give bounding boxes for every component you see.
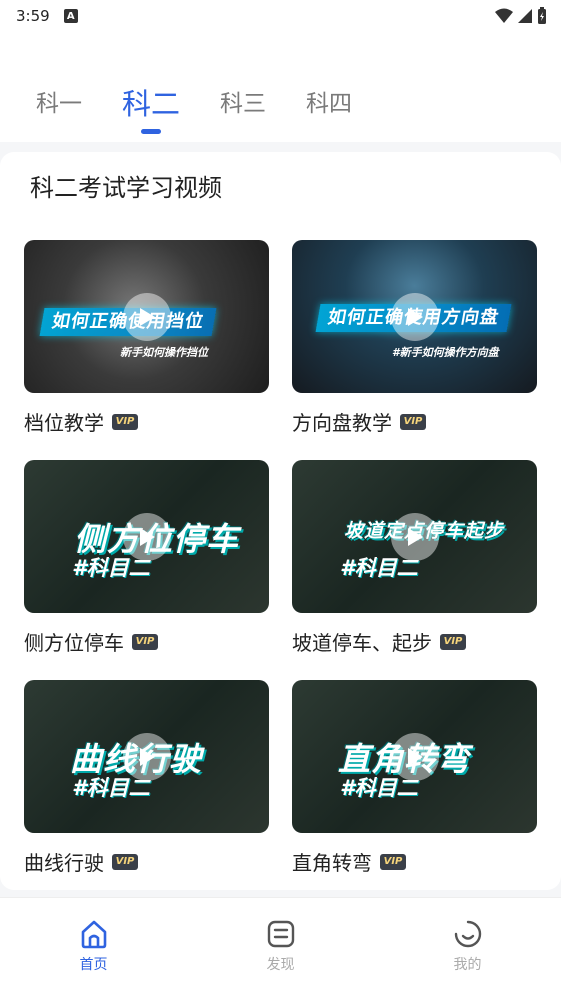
tab-ke-san[interactable]: 科三 (220, 84, 266, 124)
video-title: 直角转弯 (292, 851, 372, 875)
wifi-icon (495, 8, 513, 23)
thumbnail-subtitle: 新手如何操作挡位 (120, 346, 208, 359)
tab-label: 科三 (220, 91, 267, 117)
profile-icon (454, 920, 481, 948)
tab-label: 科二 (122, 87, 181, 121)
video-title: 方向盘教学 (292, 411, 392, 435)
play-icon[interactable] (122, 512, 171, 561)
tab-ke-si[interactable]: 科四 (306, 84, 352, 124)
video-title: 曲线行驶 (24, 851, 104, 875)
vip-badge: VIP (400, 413, 426, 430)
nav-label: 首页 (79, 957, 108, 973)
nav-profile[interactable]: 我的 (418, 918, 518, 999)
video-title: 档位教学 (24, 411, 104, 435)
video-card[interactable]: 如何正确使用方向盘 #新手如何操作方向盘 方向盘教学 VIP (292, 240, 537, 436)
video-caption[interactable]: 直角转弯 VIP (292, 847, 537, 876)
video-thumbnail[interactable]: 坡道定点停车起步 #科目二 (292, 460, 537, 613)
video-caption[interactable]: 曲线行驶 VIP (24, 847, 269, 876)
tab-label: 科四 (306, 91, 353, 117)
tab-ke-er[interactable]: 科二 (122, 84, 181, 134)
video-thumbnail[interactable]: 侧方位停车 #科目二 (24, 460, 269, 613)
video-list-card: 科二考试学习视频 如何正确使用挡位 新手如何操作挡位 档位教学 VIP 如何正确… (0, 152, 561, 890)
vip-badge: VIP (112, 413, 138, 430)
vip-badge: VIP (132, 633, 158, 650)
home-icon (81, 920, 106, 949)
nav-home[interactable]: 首页 (44, 918, 144, 999)
video-caption[interactable]: 侧方位停车 VIP (24, 627, 269, 656)
vip-badge: VIP (380, 853, 406, 870)
play-icon[interactable] (390, 732, 439, 781)
video-card[interactable]: 侧方位停车 #科目二 侧方位停车 VIP (24, 460, 269, 656)
nav-discover[interactable]: 发现 (231, 918, 331, 999)
status-time: 3:59 (16, 7, 50, 25)
discover-icon (267, 920, 294, 948)
video-thumbnail[interactable]: 如何正确使用挡位 新手如何操作挡位 (24, 240, 269, 393)
tab-label: 科一 (36, 91, 82, 117)
vip-badge: VIP (112, 853, 138, 870)
play-icon[interactable] (122, 732, 171, 781)
signal-icon (518, 9, 532, 23)
thumbnail-subtitle: #新手如何操作方向盘 (392, 346, 499, 359)
notification-icon: A (63, 9, 78, 23)
video-thumbnail[interactable]: 如何正确使用方向盘 #新手如何操作方向盘 (292, 240, 537, 393)
video-caption[interactable]: 方向盘教学 VIP (292, 407, 537, 436)
video-thumbnail[interactable]: 曲线行驶 #科目二 (24, 680, 269, 833)
subject-tabs: 科一 科二 科三 科四 (36, 84, 392, 134)
video-card[interactable]: 如何正确使用挡位 新手如何操作挡位 档位教学 VIP (24, 240, 269, 436)
battery-icon (538, 7, 546, 24)
video-card[interactable]: 直角转弯 #科目二 直角转弯 VIP (292, 680, 537, 876)
active-tab-indicator (141, 129, 161, 134)
play-icon[interactable] (390, 512, 439, 561)
bottom-navigation: 首页 发现 我的 (0, 897, 561, 999)
video-thumbnail[interactable]: 直角转弯 #科目二 (292, 680, 537, 833)
play-icon[interactable] (122, 292, 171, 341)
video-card[interactable]: 曲线行驶 #科目二 曲线行驶 VIP (24, 680, 269, 876)
video-card[interactable]: 坡道定点停车起步 #科目二 坡道停车、起步 VIP (292, 460, 537, 656)
section-title: 科二考试学习视频 (30, 174, 222, 202)
status-icons (495, 7, 547, 25)
video-title: 坡道停车、起步 (292, 631, 432, 655)
vip-badge: VIP (440, 633, 466, 650)
video-caption[interactable]: 档位教学 VIP (24, 407, 269, 436)
video-caption[interactable]: 坡道停车、起步 VIP (292, 627, 537, 656)
status-bar: 3:59 A (0, 0, 561, 32)
nav-label: 我的 (453, 957, 482, 973)
play-icon[interactable] (390, 292, 439, 341)
nav-label: 发现 (266, 957, 295, 973)
video-title: 侧方位停车 (24, 631, 124, 655)
tab-ke-yi[interactable]: 科一 (36, 84, 82, 124)
